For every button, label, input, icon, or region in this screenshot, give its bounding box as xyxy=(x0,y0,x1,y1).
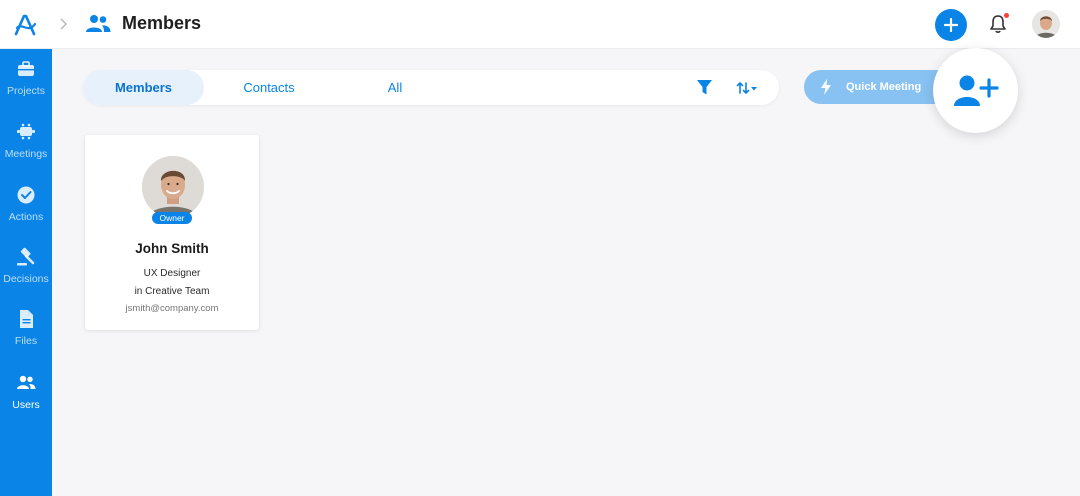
briefcase-icon xyxy=(18,61,34,76)
notification-dot xyxy=(1004,13,1009,18)
quick-meeting-button[interactable]: Quick Meeting xyxy=(804,70,954,104)
sidebar-item-label: Files xyxy=(14,335,38,347)
add-button[interactable] xyxy=(935,9,967,41)
gavel-icon xyxy=(17,247,35,266)
quick-meeting-label: Quick Meeting xyxy=(846,81,922,93)
owner-badge: Owner xyxy=(152,212,192,224)
lightning-icon xyxy=(821,79,831,95)
sidebar-item-projects[interactable]: Projects xyxy=(0,59,52,115)
avatar-image xyxy=(1032,10,1060,38)
top-bar: Members xyxy=(0,0,1080,49)
tabs-bar: Members Contacts All xyxy=(83,70,779,105)
check-circle-icon xyxy=(17,186,35,204)
member-role: UX Designer xyxy=(143,268,201,279)
sort-icon[interactable] xyxy=(736,80,758,96)
file-icon xyxy=(20,310,33,328)
sidebar-item-label: Decisions xyxy=(3,273,49,285)
sidebar-item-meetings[interactable]: Meetings xyxy=(0,122,52,178)
chevron-right-icon xyxy=(60,18,68,30)
member-card[interactable]: Owner John Smith UX Designer in Creative… xyxy=(85,135,259,330)
sidebar-item-files[interactable]: Files xyxy=(0,309,52,365)
sidebar-item-label: Projects xyxy=(7,85,45,97)
member-name: John Smith xyxy=(135,241,209,256)
avatar-image xyxy=(142,156,204,218)
meeting-icon xyxy=(16,123,36,140)
sidebar-item-label: Actions xyxy=(8,211,44,223)
app-logo-icon[interactable] xyxy=(13,12,39,38)
sidebar-item-label: Meetings xyxy=(4,148,48,160)
sidebar-item-decisions[interactable]: Decisions xyxy=(0,247,52,303)
tab-all[interactable]: All xyxy=(355,70,435,105)
sidebar-item-label: Users xyxy=(12,399,40,411)
member-email: jsmith@company.com xyxy=(125,303,219,314)
plus-icon xyxy=(944,18,958,32)
member-team: in Creative Team xyxy=(134,286,210,297)
user-avatar[interactable] xyxy=(1032,10,1060,38)
page-title: Members xyxy=(122,13,202,33)
filter-icon[interactable] xyxy=(696,79,713,96)
users-icon xyxy=(17,375,36,389)
sidebar-item-actions[interactable]: Actions xyxy=(0,185,52,241)
member-avatar xyxy=(142,156,204,218)
sidebar-item-users[interactable]: Users xyxy=(0,373,52,429)
tab-members[interactable]: Members xyxy=(83,70,204,105)
sidebar: Projects Meetings Actions Decisions File… xyxy=(0,49,52,496)
users-icon xyxy=(86,15,111,32)
add-user-button[interactable] xyxy=(933,48,1018,133)
add-user-icon xyxy=(953,75,999,106)
tab-contacts[interactable]: Contacts xyxy=(219,70,319,105)
